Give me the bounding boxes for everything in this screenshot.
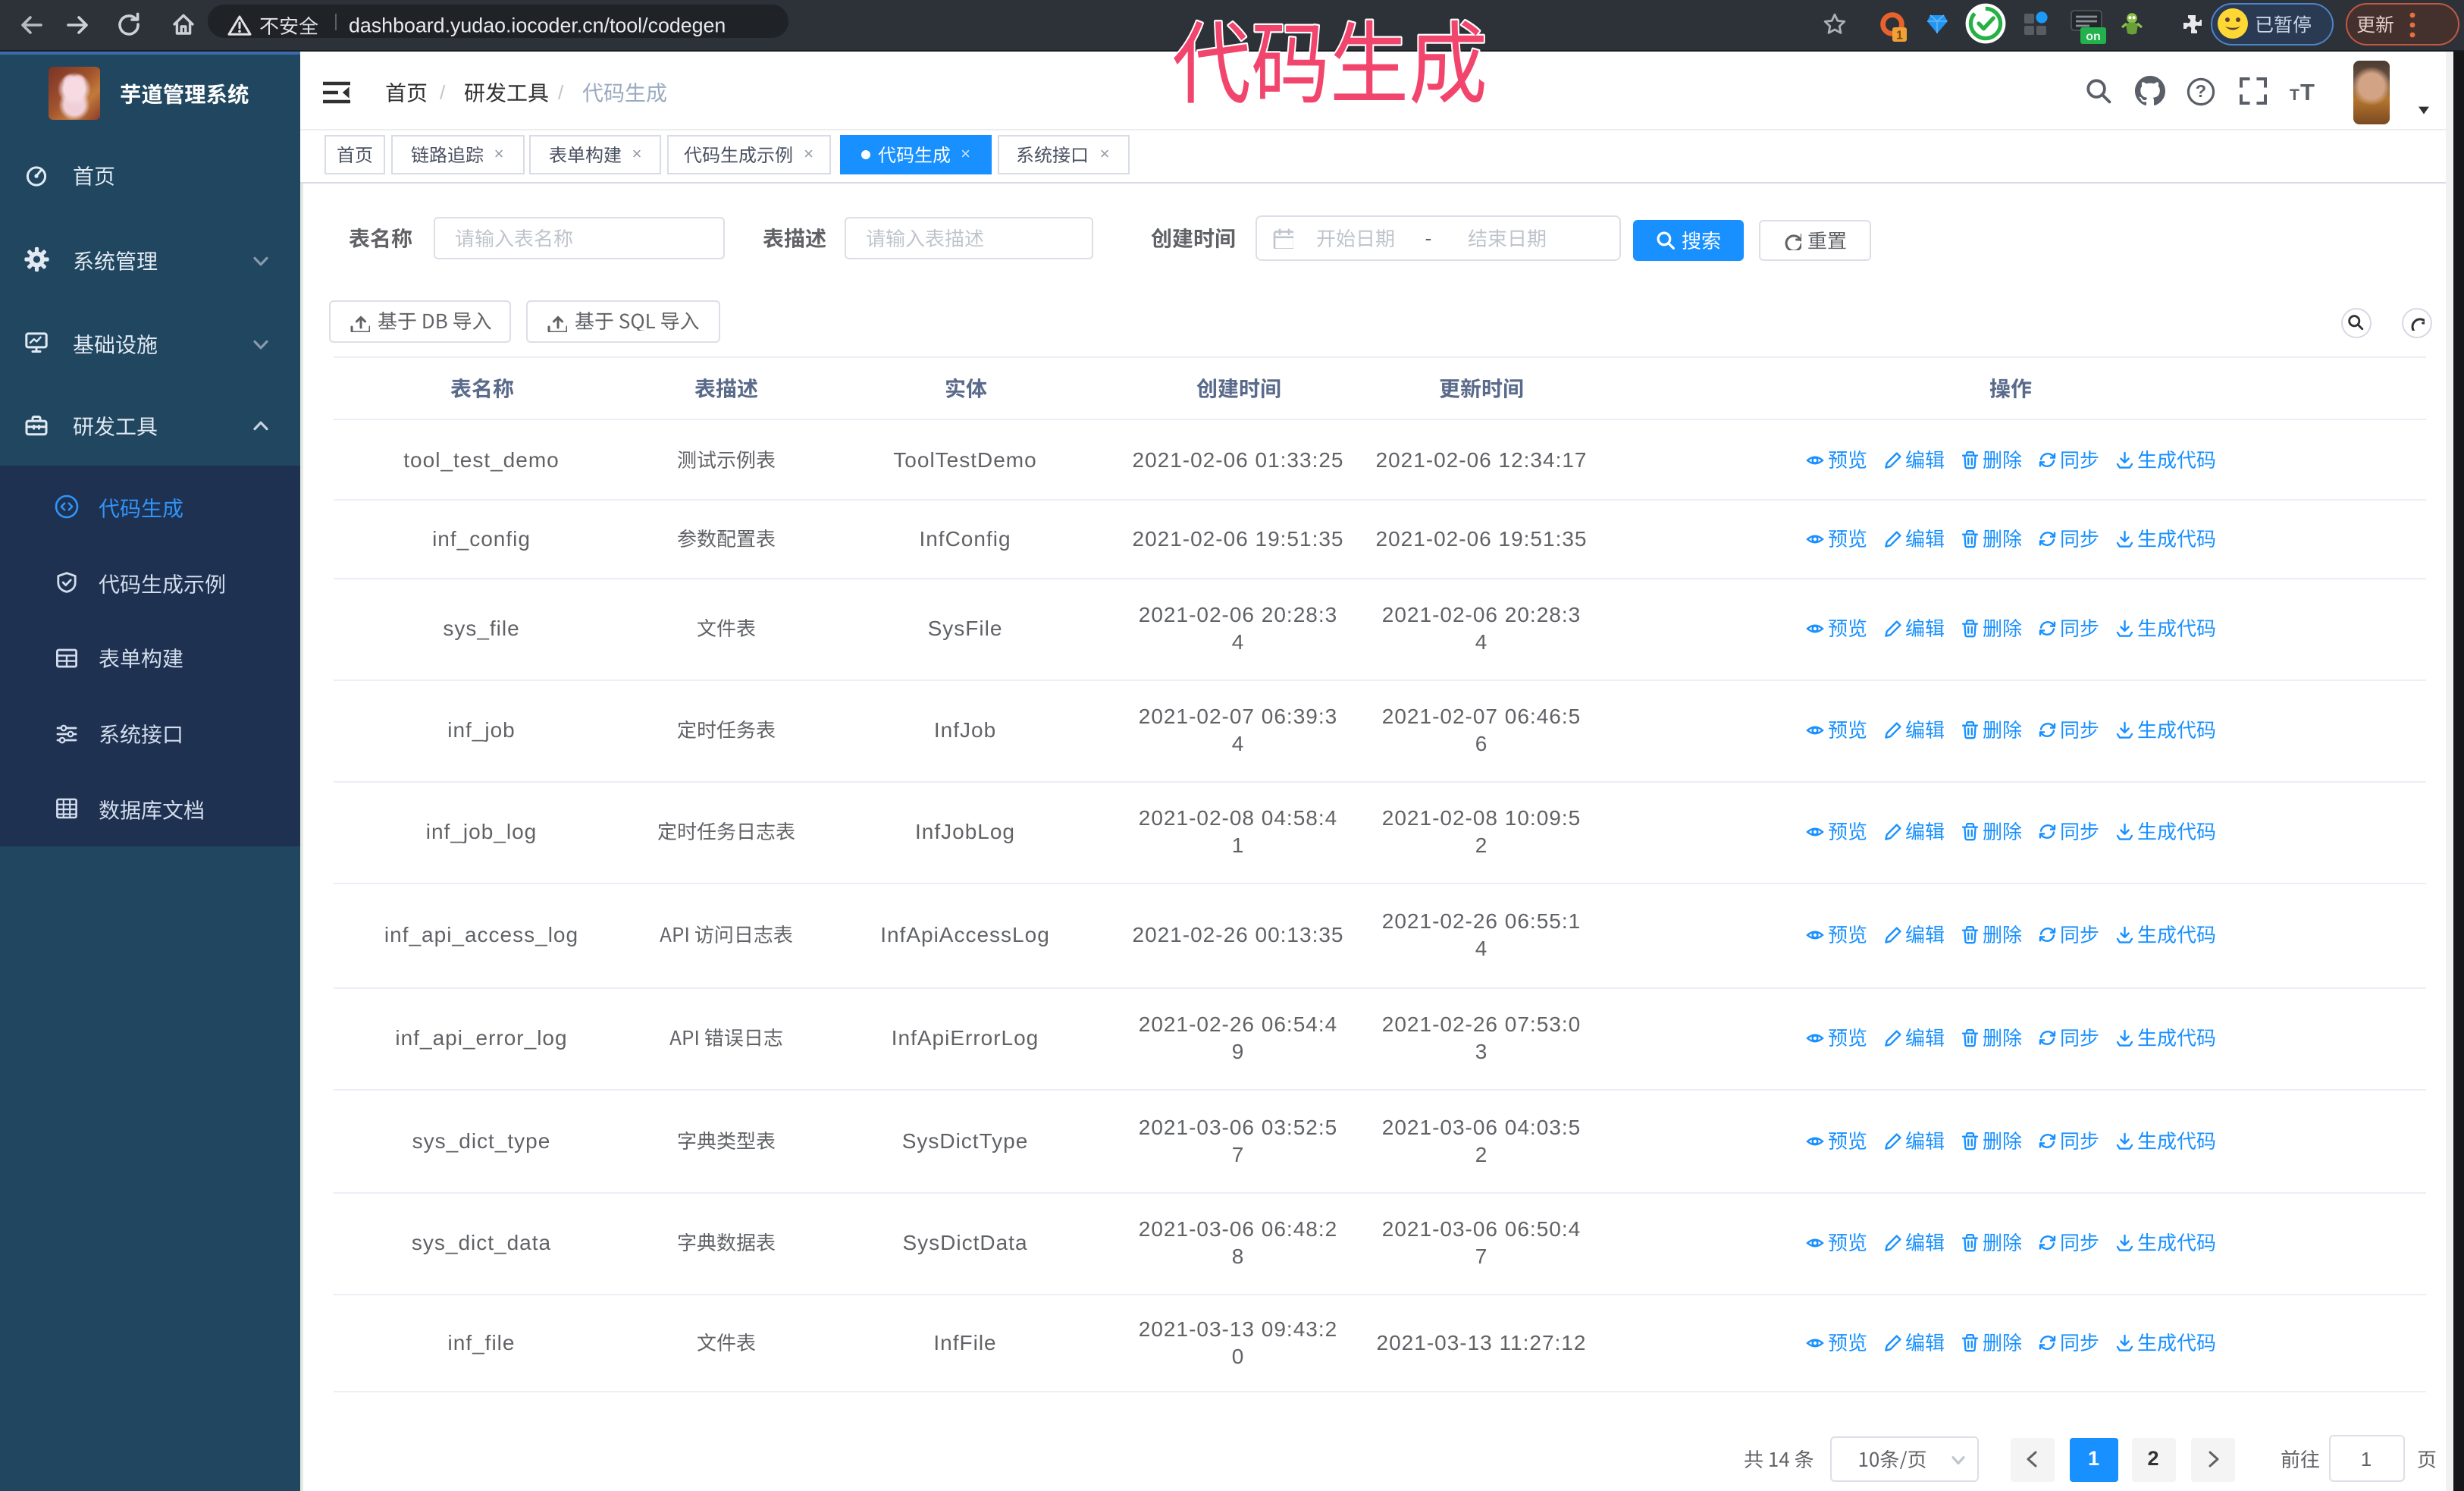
- svg-text:T: T: [2300, 79, 2315, 105]
- svg-text:1: 1: [1896, 30, 1903, 42]
- svg-text:on: on: [2086, 30, 2101, 43]
- svg-text:?: ?: [2196, 80, 2206, 100]
- svg-text:T: T: [2290, 86, 2299, 104]
